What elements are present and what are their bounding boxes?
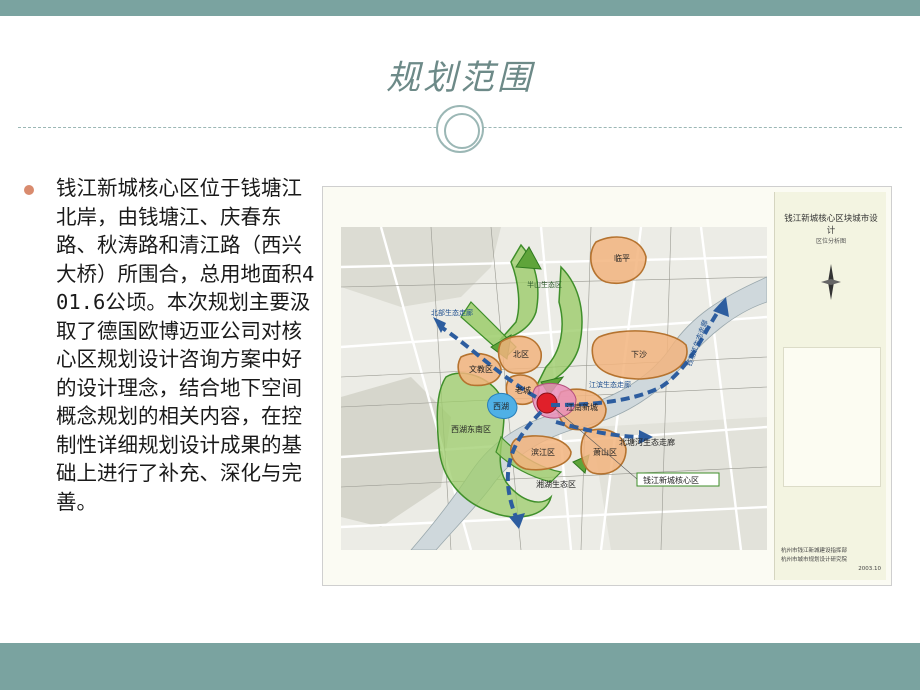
divider-ornament [436,105,484,153]
label-green-corridor-north: 北部生态走廊 [431,308,473,317]
legend-box [783,347,881,487]
label-linping: 临平 [614,253,630,263]
legend-footer: 杭州市钱江新城建设指挥部 杭州市城市规划设计研究院 2003.10 [781,547,881,574]
bullet-icon [24,185,34,195]
label-north-river: 北塘河生态走廊 [619,437,675,447]
top-accent-bar [0,0,920,16]
label-jiangnan: 江南新城 [566,402,598,412]
label-beiqu: 北区 [513,350,529,359]
label-xianghu: 湘湖生态区 [536,479,576,489]
label-core: 钱江新城核心区 [643,475,699,485]
label-xiaoshan: 萧山区 [593,447,617,457]
body-paragraph: 钱江新城核心区位于钱塘江北岸，由钱塘江、庆春东路、秋涛路和清江路（西兴大桥）所围… [56,176,315,514]
slide-title: 规划范围 [386,58,534,98]
map-legend-panel: 钱江新城核心区块城市设计 区位分析图 杭州市钱江新城建设指挥部 杭州市城市规划设… [774,192,886,580]
label-river-corridor: 江滨生态走廊 [589,380,631,389]
legend-subtitle: 区位分析图 [815,238,846,245]
label-binjiang: 滨江区 [531,447,555,457]
legend-title: 钱江新城核心区块城市设计 [784,214,878,236]
label-wenjiao: 文教区 [469,364,493,374]
legend-footer-line-1: 杭州市钱江新城建设指挥部 [781,548,848,554]
planning-map: 临平 下沙 北区 文教区 老城 西湖 江南新城 西湖东南区 滨江区 萧山区 半山… [341,227,767,550]
label-xihu-east: 西湖东南区 [451,424,491,434]
label-xiasha: 下沙 [631,350,647,359]
label-xihu: 西湖 [493,402,509,411]
north-arrow-icon [821,264,841,300]
bottom-accent-bar [0,643,920,690]
legend-footer-line-2: 杭州市城市规划设计研究院 [781,557,848,563]
label-laocheng: 老城 [515,385,531,395]
map-svg: 临平 下沙 北区 文教区 老城 西湖 江南新城 西湖东南区 滨江区 萧山区 半山… [341,227,767,550]
label-north-mountain: 半山生态区 [527,280,562,289]
legend-footer-date: 2003.10 [858,566,881,572]
